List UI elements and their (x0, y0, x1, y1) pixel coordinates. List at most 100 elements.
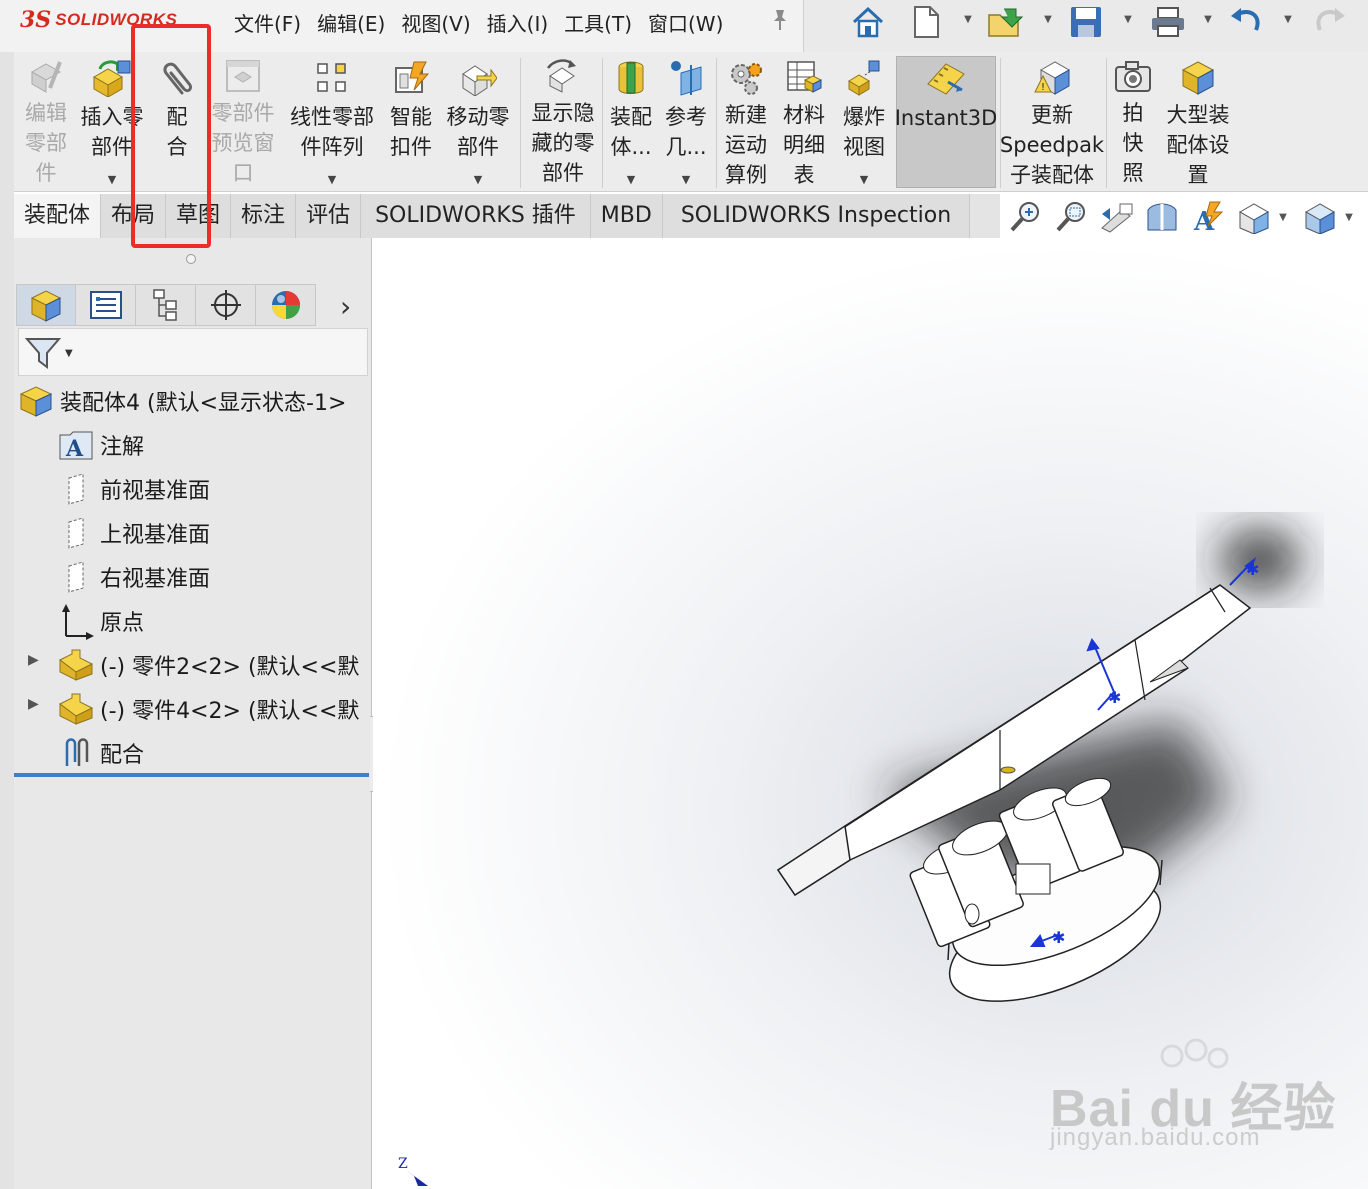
paperclip-icon (157, 58, 197, 98)
update-speedpak-button[interactable]: ! 更新 Speedpak 子装配体 (1000, 56, 1104, 188)
insert-component-dropdown-icon[interactable]: ▼ (108, 173, 116, 186)
show-hidden-components-button[interactable]: 显示隐 藏的零 部件 (524, 56, 602, 188)
filter-dropdown-icon[interactable]: ▼ (65, 348, 73, 359)
edit-component-icon (26, 58, 66, 94)
tree-item-label: 配合 (100, 743, 145, 768)
dimxpert-manager-tab[interactable] (196, 284, 256, 326)
instant3d-button[interactable]: Instant3D (895, 56, 997, 188)
linear-component-pattern-button[interactable]: 线性零部 件阵列 ▼ (284, 56, 380, 188)
new-document-icon[interactable] (904, 4, 948, 40)
svg-text:✱: ✱ (1052, 928, 1065, 947)
tab-mbd[interactable]: MBD (590, 194, 663, 238)
tree-item-part2[interactable]: (-) 零件2<2> (默认<<默 (58, 645, 359, 685)
tab-sketch[interactable]: 草图 (166, 194, 232, 238)
tree-item-right-plane[interactable]: 右视基准面 (58, 557, 210, 597)
display-style-icon[interactable] (1302, 200, 1338, 234)
rollback-bar[interactable] (14, 773, 369, 777)
print-icon[interactable] (1146, 4, 1190, 40)
component-preview-window-label: 零部件 预览窗 口 (211, 101, 275, 185)
exploded-view-button[interactable]: 爆炸 视图 ▼ (836, 56, 892, 188)
menu-tools[interactable]: 工具(T) (556, 8, 640, 37)
open-dropdown-icon[interactable]: ▼ (1042, 14, 1054, 28)
new-motion-study-button[interactable]: 新建 运动 算例 (720, 56, 772, 188)
menu-edit[interactable]: 编辑(E) (309, 8, 393, 37)
large-assembly-settings-button[interactable]: 大型装 配体设 置 (1160, 56, 1236, 188)
solidworks-wordmark: SOLIDWORKS (55, 10, 178, 29)
new-dropdown-icon[interactable]: ▼ (962, 14, 974, 28)
assembly-features-label: 装配 体... (610, 105, 652, 159)
save-icon[interactable] (1064, 4, 1108, 40)
insert-component-button[interactable]: 插入零 部件 ▼ (76, 56, 148, 188)
assembly-features-dropdown-icon[interactable]: ▼ (627, 173, 635, 186)
ds-logo-mark: 3S (20, 7, 52, 33)
menu-window[interactable]: 窗口(W) (640, 8, 731, 37)
view-orientation-icon[interactable] (1236, 200, 1272, 234)
preview-window-icon (223, 58, 263, 94)
property-manager-tab[interactable] (76, 284, 136, 326)
tree-filter-bar: ▼ (18, 328, 368, 376)
undo-icon[interactable] (1224, 4, 1268, 40)
tab-evaluate[interactable]: 评估 (296, 194, 362, 238)
print-dropdown-icon[interactable]: ▼ (1202, 14, 1214, 28)
tree-root-label: 装配体4 (默认<显示状态-1> (60, 391, 347, 416)
feature-manager-tab[interactable] (16, 284, 76, 326)
component-preview-window-button[interactable]: 零部件 预览窗 口 (208, 56, 278, 188)
tree-item-front-plane[interactable]: 前视基准面 (58, 469, 210, 509)
save-dropdown-icon[interactable]: ▼ (1122, 14, 1134, 28)
section-view-icon[interactable] (1144, 200, 1180, 234)
reference-geometry-button[interactable]: 参考 几... ▼ (660, 56, 712, 188)
edit-component-button[interactable]: 编辑 零部 件 (18, 56, 74, 188)
tree-item-label: 原点 (100, 611, 145, 636)
tree-item-origin[interactable]: 原点 (58, 601, 144, 641)
tree-item-mates[interactable]: 配合 (58, 733, 144, 773)
menu-insert[interactable]: 插入(I) (479, 8, 557, 37)
menu-file[interactable]: 文件(F) (226, 8, 309, 37)
tab-layout[interactable]: 布局 (101, 194, 167, 238)
show-hidden-components-label: 显示隐 藏的零 部件 (531, 101, 595, 185)
expand-arrow-icon[interactable]: ▶ (28, 652, 39, 668)
chevron-right-icon[interactable]: › (340, 290, 351, 323)
coordinate-triad[interactable]: Z (396, 1152, 436, 1188)
tree-root-assembly[interactable]: 装配体4 (默认<显示状态-1> (18, 381, 346, 421)
tab-markup[interactable]: 标注 (231, 194, 297, 238)
smart-fasteners-button[interactable]: 智能 扣件 (384, 56, 438, 188)
mate-button[interactable]: 配 合 (152, 56, 202, 188)
view-orientation-dropdown-icon[interactable]: ▼ (1276, 200, 1290, 234)
menu-view[interactable]: 视图(V) (393, 8, 478, 37)
tree-item-top-plane[interactable]: 上视基准面 (58, 513, 210, 553)
home-icon[interactable] (846, 4, 890, 40)
bill-of-materials-button[interactable]: 材料 明细 表 (776, 56, 832, 188)
take-snapshot-button[interactable]: 拍 快 照 (1110, 56, 1156, 188)
pin-menu-icon[interactable] (770, 8, 790, 32)
tab-solidworks-inspection[interactable]: SOLIDWORKS Inspection (662, 194, 971, 238)
reference-geometry-dropdown-icon[interactable]: ▼ (682, 173, 690, 186)
tab-assembly[interactable]: 装配体 (14, 194, 102, 238)
solidworks-logo[interactable]: 3S SOLIDWORKS (20, 6, 177, 34)
move-component-button[interactable]: 移动零 部件 ▼ (442, 56, 514, 188)
quick-access-toolbar: ▼ ▼ ▼ ▼ ▼ (803, 0, 1368, 52)
dynamic-annotation-icon[interactable]: A (1190, 200, 1226, 234)
assembly-features-button[interactable]: 装配 体... ▼ (606, 56, 656, 188)
expand-arrow-icon[interactable]: ▶ (28, 696, 39, 712)
exploded-view-dropdown-icon[interactable]: ▼ (860, 173, 868, 186)
filter-funnel-icon[interactable]: ▼ (25, 335, 75, 371)
tree-item-part4[interactable]: (-) 零件4<2> (默认<<默 (58, 689, 359, 729)
zoom-to-area-icon[interactable] (1054, 200, 1090, 234)
zoom-to-fit-icon[interactable] (1008, 200, 1044, 234)
panel-splitter-handle[interactable] (186, 254, 196, 264)
redo-icon[interactable] (1308, 4, 1352, 40)
tab-solidworks-addins[interactable]: SOLIDWORKS 插件 (361, 194, 591, 238)
move-component-dropdown-icon[interactable]: ▼ (474, 173, 482, 186)
tree-item-annotations[interactable]: A 注解 (58, 425, 144, 465)
configuration-manager-tab[interactable] (136, 284, 196, 326)
plane-icon (58, 559, 94, 595)
linear-pattern-dropdown-icon[interactable]: ▼ (328, 173, 336, 186)
display-style-dropdown-icon[interactable]: ▼ (1342, 200, 1356, 234)
tree-item-label: (-) 零件2<2> (默认<<默 (100, 655, 360, 680)
previous-view-icon[interactable] (1098, 200, 1134, 234)
tree-item-label: 前视基准面 (100, 479, 211, 504)
undo-dropdown-icon[interactable]: ▼ (1282, 14, 1294, 28)
display-manager-tab[interactable] (256, 284, 316, 326)
open-icon[interactable] (984, 4, 1028, 40)
smart-fasteners-label: 智能 扣件 (390, 105, 432, 159)
